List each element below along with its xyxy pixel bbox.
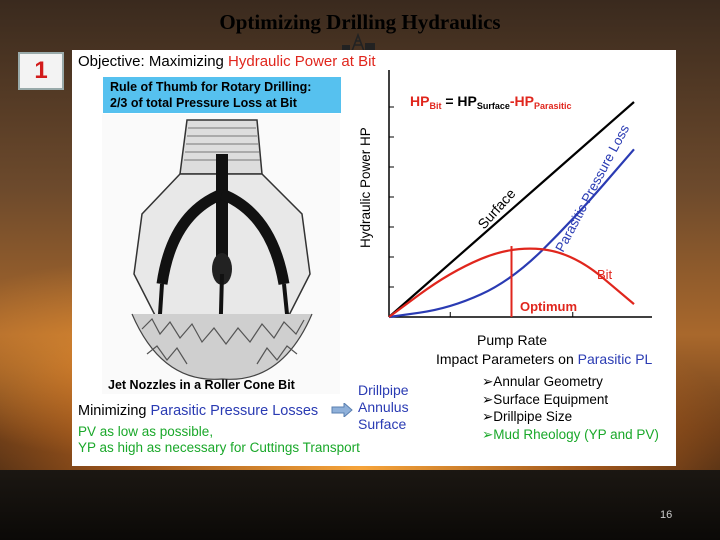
impact-parameters-heading: Impact Parameters on Parasitic PL [436, 351, 652, 367]
bit-line-label: Bit [597, 267, 613, 282]
rule-of-thumb-box: Rule of Thumb for Rotary Drilling: 2/3 o… [103, 77, 341, 113]
parameter-item: ➢Annular Geometry [482, 374, 603, 389]
pump-rate-label: Pump Rate [477, 332, 548, 348]
slide-title: Optimizing Drilling Hydraulics [219, 10, 501, 34]
hp-equation: HPBit = HPSurface-HPParasitic [410, 93, 572, 111]
page-number: 16 [660, 509, 673, 521]
loss-source-item: Drillpipe [358, 382, 409, 398]
parasitic-line-label: Parasitic Pressure Loss [552, 122, 632, 254]
roller-cone-bit-image [102, 114, 340, 394]
minimizing-highlight: Parasitic Pressure Losses [150, 403, 319, 419]
parameter-item: ➢Mud Rheology (YP and PV) [482, 426, 659, 442]
parameter-item: ➢Surface Equipment [482, 391, 609, 407]
loss-source-item: Surface [358, 416, 407, 432]
loss-source-item: Annulus [358, 399, 409, 415]
minimizing-prefix: Minimizing [78, 403, 151, 419]
y-axis-label: Hydraulic Power HP [358, 127, 373, 248]
impact-highlight: Parasitic PL [577, 351, 653, 367]
impact-parameter-list: ➢Annular Geometry ➢Surface Equipment ➢Dr… [482, 373, 659, 443]
slide-number-badge: 1 [18, 52, 64, 90]
impact-prefix: Impact Parameters on [436, 351, 578, 367]
optimum-label: Optimum [520, 299, 577, 314]
parameter-item: ➢Drillpipe Size [482, 409, 573, 424]
bit-image-caption: Jet Nozzles in a Roller Cone Bit [108, 378, 295, 392]
content-panel: Objective: Maximizing Hydraulic Power at… [72, 50, 676, 466]
loss-sources-list: Drillpipe Annulus Surface [358, 382, 409, 433]
rule-line-2: 2/3 of total Pressure Loss at Bit [110, 96, 297, 110]
right-arrow-icon [331, 403, 353, 417]
minimizing-line: Minimizing Parasitic Pressure Losses [78, 403, 318, 419]
ground-silhouette [0, 470, 720, 540]
rule-line-1: Rule of Thumb for Rotary Drilling: [110, 80, 312, 94]
rheology-guidance: PV as low as possible, YP as high as nec… [78, 424, 360, 456]
objective-prefix: Objective: Maximizing [78, 53, 229, 70]
pv-line: PV as low as possible, [78, 424, 214, 439]
objective-line: Objective: Maximizing Hydraulic Power at… [78, 53, 376, 70]
yp-line: YP as high as necessary for Cuttings Tra… [78, 440, 360, 455]
